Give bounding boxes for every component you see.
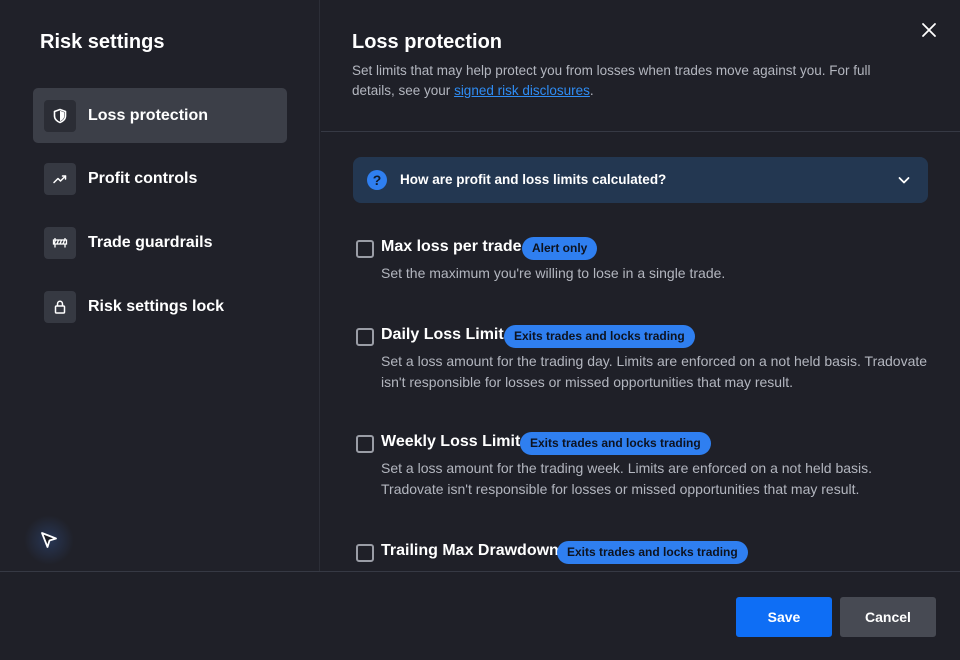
trending-up-icon [44,162,76,195]
barrier-icon [44,226,76,259]
main-header: Loss protection Set limits that may help… [321,0,960,132]
sidebar-title: Risk settings [40,31,165,53]
risk-disclosures-link[interactable]: signed risk disclosures [454,83,590,98]
setting-title: Trailing Max Drawdown [381,542,559,559]
sidebar-item-label: Risk settings lock [88,297,225,315]
subtitle-suffix: . [589,83,594,98]
sidebar-item-profit-controls[interactable]: Profit controls [33,151,287,206]
max-loss-per-trade-checkbox[interactable] [356,240,374,258]
pointer-cursor-icon [36,527,62,553]
daily-loss-limit-checkbox[interactable] [356,328,374,346]
sidebar-item-label: Profit controls [88,169,198,187]
sidebar-item-trade-guardrails[interactable]: Trade guardrails [33,215,287,270]
main-panel: Loss protection Set limits that may help… [321,0,960,571]
status-badge: Exits trades and locks trading [557,541,748,564]
setting-title: Daily Loss Limit [381,326,504,343]
sidebar: Risk settings Loss protection Profit con… [0,0,320,571]
setting-description: Set the maximum you're willing to lose i… [381,265,726,281]
setting-description: Set a loss amount for the trading day. L… [381,353,928,390]
modal-footer: Save Cancel [0,571,960,660]
info-panel-label: How are profit and loss limits calculate… [400,172,667,187]
risk-settings-modal: Risk settings Loss protection Profit con… [0,0,960,660]
shield-icon [44,99,76,132]
status-badge: Exits trades and locks trading [504,325,695,348]
setting-description: Set a loss amount for the trading week. … [381,460,873,497]
question-icon: ? [367,170,387,190]
sidebar-item-risk-settings-lock[interactable]: Risk settings lock [33,279,287,334]
cancel-button[interactable]: Cancel [840,597,936,637]
sidebar-item-label: Trade guardrails [88,233,213,251]
lock-icon [44,290,76,323]
sidebar-item-label: Loss protection [88,106,209,124]
save-button[interactable]: Save [736,597,832,637]
weekly-loss-limit-checkbox[interactable] [356,435,374,453]
trailing-max-drawdown-checkbox[interactable] [356,544,374,562]
page-subtitle: Set limits that may help protect you fro… [352,61,912,101]
pnl-limits-info-accordion[interactable]: ? How are profit and loss limits calcula… [353,157,928,203]
status-badge: Alert only [522,237,598,260]
close-button[interactable] [918,19,940,41]
subtitle-text: Set limits that may help protect you fro… [352,63,871,98]
close-icon [922,23,936,37]
sidebar-item-loss-protection[interactable]: Loss protection [33,88,287,143]
status-badge: Exits trades and locks trading [520,432,711,455]
setting-title: Weekly Loss Limit [381,433,521,450]
setting-title: Max loss per trade [381,238,522,255]
page-title: Loss protection [352,31,503,53]
chevron-down-icon [897,173,911,187]
